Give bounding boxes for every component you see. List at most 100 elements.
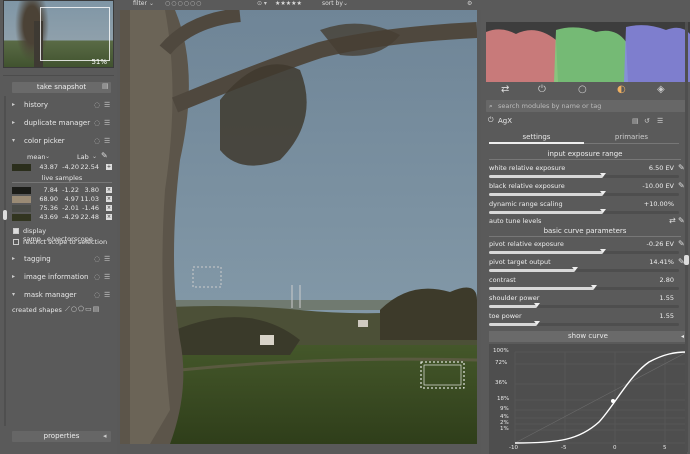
rating-filter-icon[interactable]: ⊙ ▾: [257, 0, 267, 7]
module-color-picker[interactable]: ▾ color picker ◌ ☰: [12, 134, 112, 148]
reset-icon[interactable]: ☰: [104, 134, 110, 148]
dynamic-range-scaling-slider[interactable]: [489, 209, 679, 214]
black-relative-exposure-value[interactable]: -10.00 EV: [642, 182, 674, 190]
reset-icon[interactable]: ☰: [104, 98, 110, 112]
zoom-level[interactable]: 51%: [91, 58, 107, 66]
reset-icon[interactable]: ☰: [104, 252, 110, 266]
main-image-canvas[interactable]: [120, 10, 477, 444]
left-scrollbar[interactable]: [4, 96, 6, 426]
add-sample-icon[interactable]: +: [106, 164, 112, 170]
thumbnail-viewport[interactable]: [40, 7, 110, 61]
module-search-input[interactable]: ⌕ search modules by name or tag: [486, 100, 686, 112]
pivot-relative-exposure-value[interactable]: -0.26 EV: [647, 240, 674, 248]
module-duplicate-manager[interactable]: ▸ duplicate manager ◌ ☰: [12, 116, 112, 130]
star-rating-filter[interactable]: ★★★★★: [275, 0, 302, 7]
pivot-target-output-value[interactable]: 14.41%: [649, 258, 674, 266]
slider-knob[interactable]: [571, 267, 578, 271]
shoulder-power-slider[interactable]: [489, 303, 679, 308]
sample-swatch[interactable]: [12, 196, 31, 203]
help-icon[interactable]: ◌: [94, 98, 100, 112]
eyedropper-icon[interactable]: ✎: [678, 181, 685, 190]
sample-swatch[interactable]: [12, 205, 31, 212]
section-basic-curve-parameters: basic curve parameters: [489, 227, 681, 237]
module-tagging[interactable]: ▸ tagging ◌ ☰: [12, 252, 112, 266]
reset-icon[interactable]: ↺: [644, 117, 650, 125]
properties-label: properties: [43, 432, 80, 440]
help-icon[interactable]: ◌: [94, 252, 100, 266]
shoulder-power-value[interactable]: 1.55: [660, 294, 674, 302]
black-relative-exposure-slider[interactable]: [489, 191, 679, 196]
module-power-icon[interactable]: ⏻: [488, 116, 494, 125]
contrast-value[interactable]: 2.80: [660, 276, 674, 284]
remove-sample-icon[interactable]: ×: [106, 196, 112, 202]
show-curve-toggle[interactable]: show curve ◂: [489, 331, 687, 342]
slider-knob[interactable]: [590, 285, 597, 289]
eyedropper-icon[interactable]: ✎: [678, 216, 685, 225]
slider-fill: [489, 269, 575, 272]
white-relative-exposure-slider[interactable]: [489, 173, 679, 178]
presets-icon[interactable]: ☰: [657, 117, 663, 125]
toe-power-value[interactable]: 1.55: [660, 312, 674, 320]
sort-by-label[interactable]: sort by: [322, 0, 343, 7]
navigation-thumbnail[interactable]: 51%: [3, 0, 114, 68]
reset-icon[interactable]: ☰: [104, 270, 110, 284]
effects-icon[interactable]: ◈: [657, 84, 665, 95]
module-image-information[interactable]: ▸ image information ◌ ☰: [12, 270, 112, 284]
remove-sample-icon[interactable]: ×: [106, 205, 112, 211]
picker-colorspace-select[interactable]: Lab: [77, 153, 89, 161]
remove-sample-icon[interactable]: ×: [106, 214, 112, 220]
slider-knob[interactable]: [600, 173, 606, 177]
slider-knob[interactable]: [533, 303, 540, 307]
help-icon[interactable]: ◌: [94, 270, 100, 284]
pivot-target-output-slider[interactable]: [489, 267, 679, 272]
pivot-relative-exposure-slider[interactable]: [489, 249, 679, 254]
slider-knob[interactable]: [600, 191, 606, 195]
right-scrollbar[interactable]: [685, 22, 688, 452]
help-icon[interactable]: ◌: [94, 134, 100, 148]
quick-access-icon[interactable]: ⇄: [501, 84, 509, 95]
module-history[interactable]: ▸ history ◌ ☰: [12, 98, 112, 112]
properties-button[interactable]: properties: [12, 431, 111, 442]
snapshot-settings-icon[interactable]: ▤: [102, 82, 109, 90]
picker-mode-select[interactable]: mean: [27, 153, 45, 161]
eyedropper-icon[interactable]: ✎: [101, 151, 108, 160]
help-icon[interactable]: ◌: [94, 288, 100, 302]
power-icon[interactable]: ⏻: [538, 84, 546, 95]
toe-power-slider[interactable]: [489, 321, 679, 326]
multi-instance-icon[interactable]: ▤: [632, 117, 639, 125]
help-icon[interactable]: ◌: [94, 116, 100, 130]
white-relative-exposure-value[interactable]: 6.50 EV: [649, 164, 674, 172]
collapse-arrow-icon[interactable]: ◂: [103, 432, 107, 440]
sample-swatch[interactable]: [12, 187, 31, 194]
scrollbar-thumb[interactable]: [3, 210, 7, 220]
value-b: 11.03: [80, 195, 99, 203]
scrollbar-thumb[interactable]: [684, 255, 689, 265]
module-mask-manager[interactable]: ▾ mask manager ◌ ☰: [12, 288, 112, 302]
slider-knob[interactable]: [600, 249, 606, 253]
shape-tools-icons[interactable]: ⟋○⬠▭▤: [65, 305, 100, 314]
sample-swatch[interactable]: [12, 214, 31, 221]
eyedropper-icon[interactable]: ✎: [678, 163, 685, 172]
tab-primaries[interactable]: primaries: [584, 133, 679, 141]
eyedropper-icon[interactable]: ✎: [678, 239, 685, 248]
dynamic-range-scaling-value[interactable]: +10.00%: [644, 200, 674, 208]
slider-knob[interactable]: [533, 321, 540, 325]
display-samples-checkbox[interactable]: [13, 228, 19, 234]
reset-icon[interactable]: ☰: [104, 288, 110, 302]
contrast-slider[interactable]: [489, 285, 679, 290]
remove-sample-icon[interactable]: ×: [106, 187, 112, 193]
value-a: -1.22: [62, 186, 79, 194]
sample-row: 43.69 -4.29 22.48 ×: [12, 213, 112, 222]
histogram[interactable]: [486, 22, 690, 82]
restrict-scope-checkbox[interactable]: [13, 239, 19, 245]
reset-icon[interactable]: ☰: [104, 116, 110, 130]
slider-knob[interactable]: [600, 209, 606, 213]
filter-label[interactable]: filter: [133, 0, 147, 7]
circle-icon[interactable]: ○: [578, 84, 587, 95]
gear-icon[interactable]: ⚙: [467, 0, 472, 7]
color-label-filters[interactable]: ○○○○○○: [165, 0, 202, 7]
color-icon[interactable]: ◐: [617, 84, 626, 95]
tab-settings[interactable]: settings: [489, 133, 584, 144]
take-snapshot-button[interactable]: take snapshot: [12, 82, 111, 93]
auto-tune-icon[interactable]: ⇄: [669, 216, 676, 225]
